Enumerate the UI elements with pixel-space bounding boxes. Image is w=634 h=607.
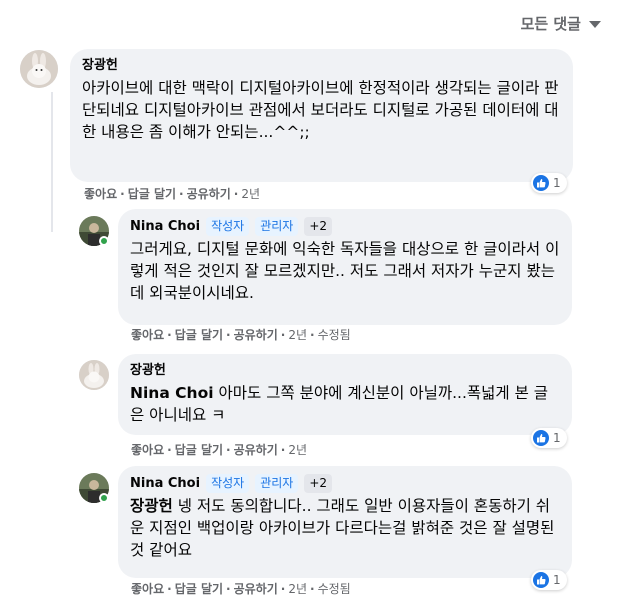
- timestamp[interactable]: 2년: [241, 185, 260, 202]
- comment-actions: 좋아요 · 답글 달기 · 공유하기 · 2년: [131, 441, 308, 458]
- reaction-count[interactable]: 1: [531, 570, 567, 590]
- reaction-count[interactable]: 1: [531, 173, 567, 193]
- edited-label[interactable]: 수정됨: [318, 580, 351, 597]
- share-button[interactable]: 공유하기: [234, 326, 278, 343]
- online-status-indicator: [99, 493, 109, 503]
- comment-text: 아카이브에 대한 맥락이 디지털아카이브에 한정적이라 생각되는 글이라 판단되…: [82, 79, 559, 141]
- comment-sort-dropdown[interactable]: 모든 댓글: [521, 13, 601, 34]
- comment-bubble: 장광헌 Nina Choi 아마도 그쪽 분야에 계신분이 아닐까...폭넓게 …: [118, 354, 572, 435]
- comment-actions: 좋아요 · 답글 달기 · 공유하기 · 2년 · 수정됨: [131, 580, 351, 597]
- admin-badge: 관리자: [255, 474, 299, 493]
- edited-label[interactable]: 수정됨: [318, 326, 351, 343]
- mention-link[interactable]: 장광헌: [130, 497, 173, 515]
- rabbit-avatar-icon: [20, 50, 58, 88]
- more-badges[interactable]: +2: [304, 217, 333, 236]
- reply-button[interactable]: 답글 달기: [175, 326, 223, 343]
- share-button[interactable]: 공유하기: [234, 441, 278, 458]
- comment-text: 그러게요, 디지털 문화에 익숙한 독자들을 대상으로 한 글이라서 이렇게 적…: [130, 240, 560, 302]
- author-badge: 작성자: [206, 474, 250, 493]
- reaction-count[interactable]: 1: [531, 428, 567, 448]
- avatar[interactable]: [20, 50, 58, 88]
- avatar[interactable]: [79, 360, 109, 390]
- comment-author[interactable]: 장광헌: [82, 57, 561, 75]
- comment-author[interactable]: 장광헌: [130, 362, 560, 380]
- thread-line: [51, 92, 53, 232]
- timestamp[interactable]: 2년: [288, 326, 307, 343]
- author-badge: 작성자: [206, 217, 250, 236]
- more-badges[interactable]: +2: [304, 474, 333, 493]
- like-button[interactable]: 좋아요: [131, 441, 164, 458]
- comment-text: 장광헌 넹 저도 동의합니다.. 그래도 일반 이용자들이 혼동하기 쉬운 지점…: [130, 497, 555, 559]
- comment-bubble: Nina Choi 작성자 관리자 +2 그러게요, 디지털 문화에 익숙한 독…: [118, 209, 572, 325]
- comment-bubble: 장광헌 아카이브에 대한 맥락이 디지털아카이브에 한정적이라 생각되는 글이라…: [70, 49, 573, 182]
- share-button[interactable]: 공유하기: [234, 580, 278, 597]
- chevron-down-icon: [589, 21, 601, 28]
- share-button[interactable]: 공유하기: [187, 185, 231, 202]
- like-icon: [533, 175, 549, 191]
- reply-button[interactable]: 답글 달기: [175, 580, 223, 597]
- comment-author[interactable]: Nina Choi 작성자 관리자 +2: [130, 217, 560, 236]
- reply-button[interactable]: 답글 달기: [128, 185, 176, 202]
- like-button[interactable]: 좋아요: [131, 580, 164, 597]
- comment-text: Nina Choi 아마도 그쪽 분야에 계신분이 아닐까...폭넓게 본 글은…: [130, 384, 549, 424]
- reply-button[interactable]: 답글 달기: [175, 441, 223, 458]
- comment-actions: 좋아요 · 답글 달기 · 공유하기 · 2년 · 수정됨: [131, 326, 351, 343]
- timestamp[interactable]: 2년: [288, 580, 307, 597]
- rabbit-avatar-icon: [79, 360, 109, 390]
- admin-badge: 관리자: [255, 217, 299, 236]
- online-status-indicator: [99, 236, 109, 246]
- comment-bubble: Nina Choi 작성자 관리자 +2 장광헌 넹 저도 동의합니다.. 그래…: [118, 466, 572, 578]
- timestamp[interactable]: 2년: [288, 441, 307, 458]
- like-button[interactable]: 좋아요: [131, 326, 164, 343]
- like-icon: [533, 430, 549, 446]
- like-button[interactable]: 좋아요: [84, 185, 117, 202]
- sort-label: 모든 댓글: [520, 15, 581, 33]
- like-icon: [533, 572, 549, 588]
- comment-author[interactable]: Nina Choi 작성자 관리자 +2: [130, 474, 560, 493]
- comment-actions: 좋아요 · 답글 달기 · 공유하기 · 2년: [84, 185, 261, 202]
- mention-link[interactable]: Nina Choi: [130, 384, 214, 402]
